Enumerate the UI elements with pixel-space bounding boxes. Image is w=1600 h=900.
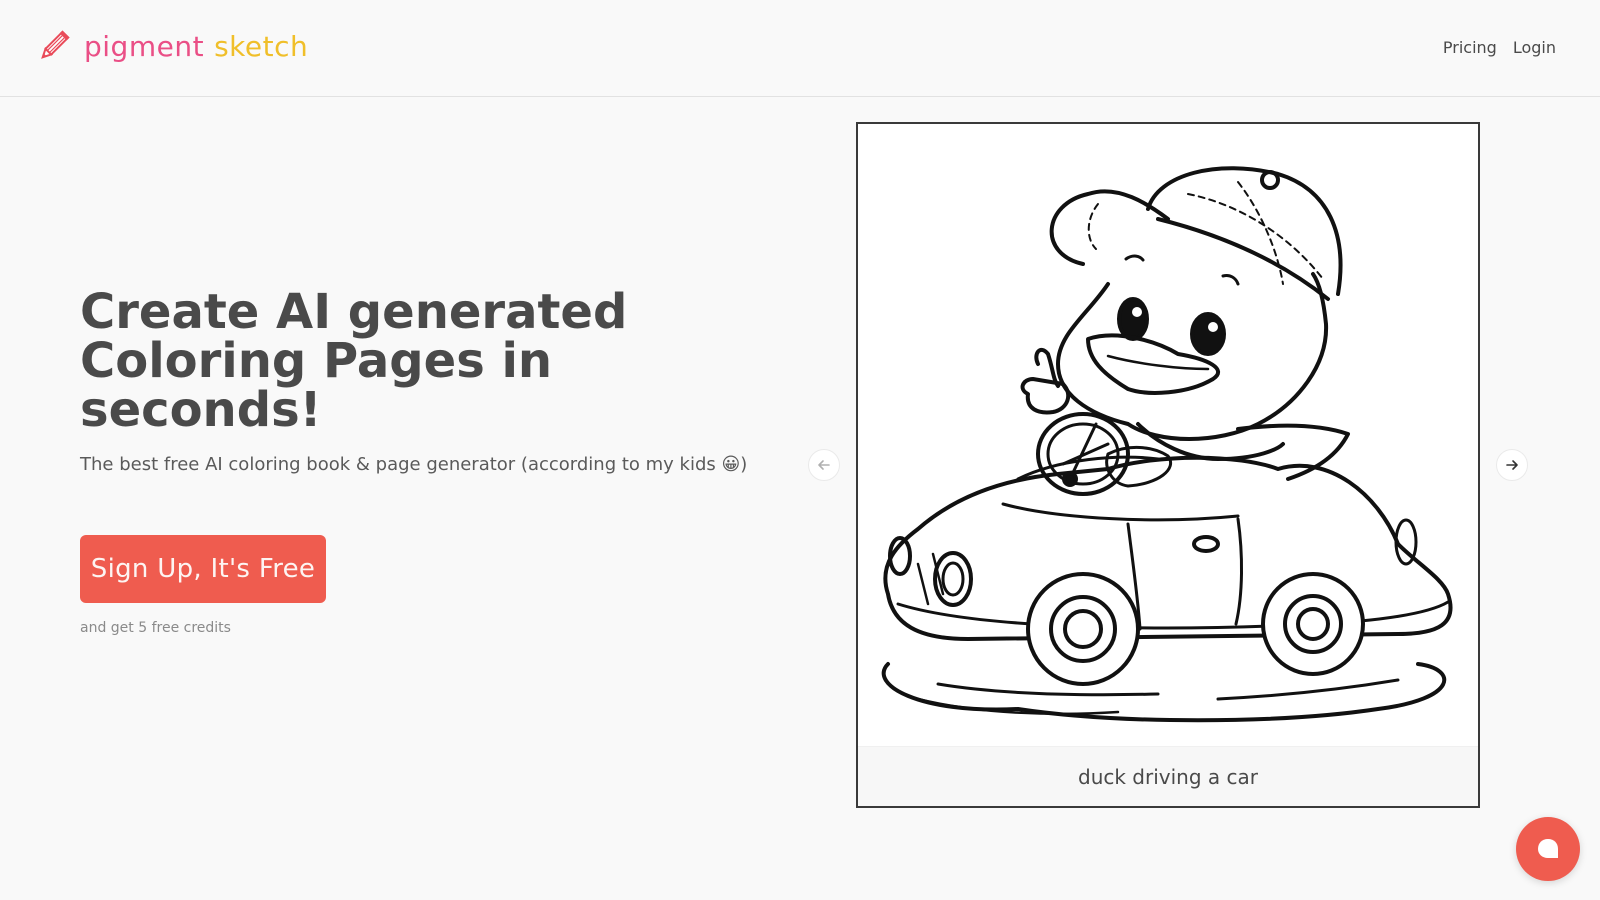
chat-button[interactable]: [1516, 817, 1580, 881]
nav-pricing-link[interactable]: Pricing: [1443, 38, 1497, 57]
nav-login-link[interactable]: Login: [1513, 38, 1556, 57]
brand-name-part2: sketch: [214, 29, 309, 63]
carousel-caption: duck driving a car: [858, 746, 1478, 806]
hero-title: Create AI generated Coloring Pages in se…: [80, 284, 628, 438]
brand-logo[interactable]: pigment sketch: [38, 28, 308, 64]
pencil-icon: [41, 30, 70, 59]
arrow-left-icon: [818, 460, 830, 470]
signup-button[interactable]: Sign Up, It's Free: [80, 535, 326, 603]
carousel-prev-button[interactable]: [808, 449, 840, 481]
duck-driving-car-illustration: [881, 166, 1453, 723]
brand-name-part1: pigment: [84, 29, 205, 63]
top-nav: Pricing Login: [1443, 38, 1556, 57]
carousel-slide: duck driving a car: [856, 122, 1480, 808]
carousel-next-button[interactable]: [1496, 449, 1528, 481]
arrow-right-icon: [1506, 460, 1518, 470]
brand-wordmark: pigment sketch: [84, 30, 308, 63]
coloring-page-image: [858, 124, 1478, 746]
site-header: pigment sketch Pricing Login: [0, 0, 1600, 97]
chat-bubble-icon: [1538, 839, 1558, 858]
cta-note: and get 5 free credits: [80, 620, 231, 636]
hero-subtitle: The best free AI coloring book & page ge…: [80, 454, 748, 475]
